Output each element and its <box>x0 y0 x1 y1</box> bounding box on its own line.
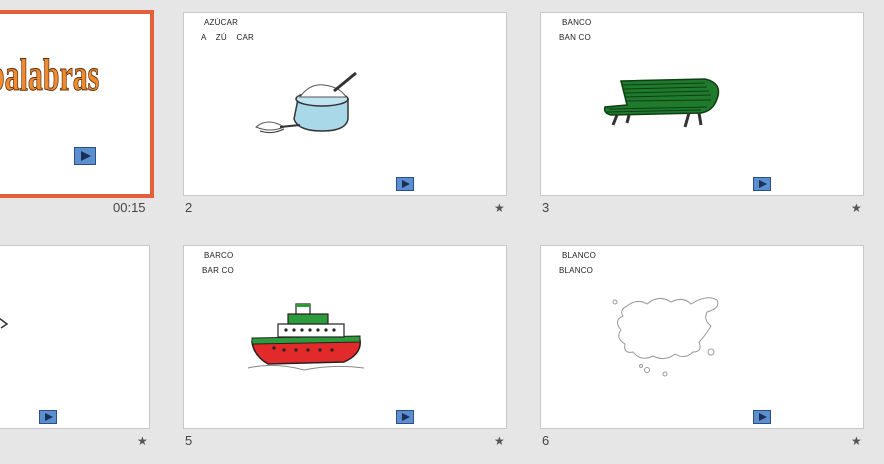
play-button-icon[interactable] <box>753 177 771 191</box>
play-button-icon[interactable] <box>39 410 57 424</box>
slide-number: 3 <box>542 200 550 215</box>
play-button-icon[interactable] <box>753 410 771 424</box>
star-icon[interactable]: ★ <box>137 434 148 448</box>
star-icon[interactable]: ★ <box>851 201 862 215</box>
slide-number: 2 <box>185 200 193 215</box>
play-button-icon[interactable] <box>74 147 96 165</box>
bench-icon <box>603 78 720 128</box>
star-icon[interactable]: ★ <box>851 434 862 448</box>
slide-word: BLANCO <box>562 251 597 260</box>
star-icon[interactable]: ★ <box>494 434 505 448</box>
play-button-icon[interactable] <box>396 177 414 191</box>
slide-duration: 00:15 <box>113 200 146 215</box>
star-icon[interactable]: ★ <box>494 201 505 215</box>
partial-image-icon <box>0 317 9 329</box>
slide-thumbnail-3[interactable]: BANCO BAN CO <box>540 12 864 196</box>
slide-title-wordart: palabras <box>0 49 100 101</box>
slide-thumbnail-6[interactable]: BLANCO BLANCO <box>540 245 864 429</box>
slide-thumbnail-5[interactable]: BARCO BAR CO <box>183 245 507 429</box>
slide-thumbnail-1[interactable]: palabras <box>0 10 154 198</box>
slide-thumbnail-4[interactable] <box>0 245 150 429</box>
sugar-bowl-icon <box>255 71 357 134</box>
slide-number: 5 <box>185 433 193 448</box>
slide-word: BANCO <box>562 18 592 27</box>
slide-syllables: BAR CO <box>202 266 234 275</box>
paint-splash-icon <box>612 297 719 377</box>
slide-syllables: BLANCO <box>559 266 594 275</box>
slide-thumbnail-2[interactable]: AZÚCAR A ZÚ CAR <box>183 12 507 196</box>
boat-icon <box>247 303 365 371</box>
play-button-icon[interactable] <box>396 410 414 424</box>
slide-syllables: A ZÚ CAR <box>201 33 255 42</box>
slide-word: BARCO <box>204 251 234 260</box>
slide-syllables: BAN CO <box>559 33 591 42</box>
slide-word: AZÚCAR <box>204 18 239 27</box>
slide-number: 6 <box>542 433 550 448</box>
